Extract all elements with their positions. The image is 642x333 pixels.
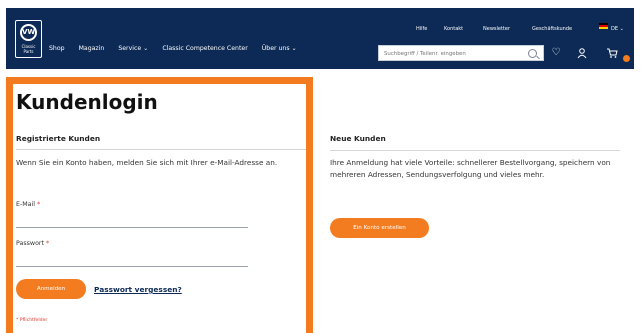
vw-logo-icon: VW	[20, 24, 37, 41]
section-divider	[330, 150, 620, 151]
nav-ueber-uns[interactable]: Über uns ⌄	[262, 45, 297, 52]
page-title: Kundenlogin	[16, 90, 158, 114]
main-navigation: Shop Magazin Service ⌄ Classic Competenc…	[49, 45, 311, 52]
top-link-hilfe[interactable]: Hilfe	[416, 26, 427, 32]
language-selector[interactable]: DE ⌄	[611, 26, 624, 32]
registered-customers-heading: Registrierte Kunden	[16, 134, 101, 143]
top-link-kontakt[interactable]: Kontakt	[444, 26, 463, 32]
email-field[interactable]	[16, 227, 248, 228]
search-box[interactable]	[378, 45, 544, 61]
login-button[interactable]: Anmelden	[16, 279, 86, 299]
required-fields-note: * Pflichtfelder	[16, 318, 48, 323]
user-icon[interactable]	[576, 47, 588, 59]
top-link-geschaeftskunde[interactable]: Geschäftskunde	[532, 26, 572, 32]
site-header: VW Classic Parts Shop Magazin Service ⌄ …	[6, 8, 634, 69]
nav-service[interactable]: Service ⌄	[118, 45, 148, 52]
password-field[interactable]	[16, 266, 248, 267]
german-flag-icon[interactable]	[599, 23, 608, 29]
nav-shop[interactable]: Shop	[49, 45, 65, 52]
section-divider	[16, 149, 306, 150]
page: VW Classic Parts Shop Magazin Service ⌄ …	[0, 0, 642, 333]
new-customers-heading: Neue Kunden	[330, 134, 386, 143]
create-account-button[interactable]: Ein Konto erstellen	[330, 218, 429, 238]
nav-classic-competence-center[interactable]: Classic Competence Center	[162, 45, 247, 52]
nav-magazin[interactable]: Magazin	[79, 45, 105, 52]
brand-logo[interactable]: VW Classic Parts	[15, 20, 42, 58]
cart-icon[interactable]	[606, 47, 618, 59]
search-icon[interactable]	[528, 49, 537, 58]
new-customers-text: Ihre Anmeldung hat viele Vorteile: schne…	[330, 158, 611, 179]
heart-icon[interactable]: ♡	[550, 47, 562, 59]
email-label: E-Mail *	[16, 201, 41, 208]
forgot-password-link[interactable]: Passwort vergessen?	[94, 285, 182, 294]
logo-text: Classic Parts	[21, 44, 36, 54]
login-intro-text: Wenn Sie ein Konto haben, melden Sie sic…	[16, 158, 278, 167]
search-input[interactable]	[384, 48, 519, 59]
cart-badge	[623, 55, 630, 62]
password-label: Passwort *	[16, 240, 50, 247]
top-link-newsletter[interactable]: Newsletter	[483, 26, 510, 32]
